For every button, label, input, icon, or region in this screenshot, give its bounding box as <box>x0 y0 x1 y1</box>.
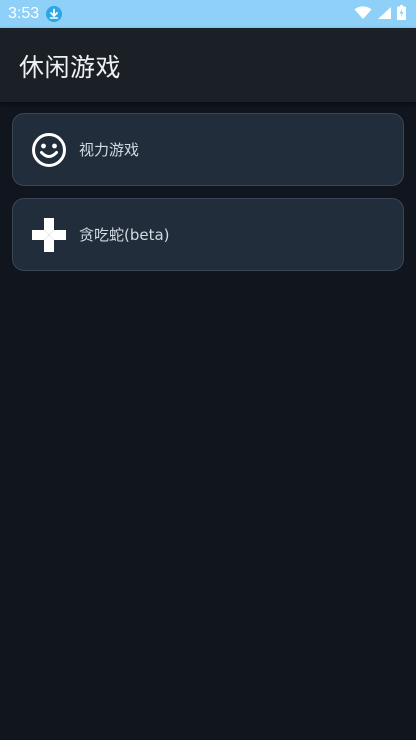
battery-icon <box>397 4 406 24</box>
status-right <box>354 4 406 24</box>
game-item-label: 贪吃蛇(beta) <box>79 226 170 244</box>
game-item-vision[interactable]: 视力游戏 <box>12 113 404 186</box>
status-left: 3:53 <box>8 5 63 23</box>
gamepad-dpad-icon <box>31 217 67 253</box>
status-bar: 3:53 <box>0 0 416 28</box>
app-bar: 休闲游戏 <box>0 28 416 102</box>
status-time: 3:53 <box>8 5 40 22</box>
smiley-face-icon <box>31 132 67 168</box>
game-item-label: 视力游戏 <box>79 141 140 159</box>
page-title: 休闲游戏 <box>19 53 122 82</box>
game-item-snake[interactable]: 贪吃蛇(beta) <box>12 198 404 271</box>
signal-icon <box>377 5 392 24</box>
game-list: 视力游戏 贪吃蛇(beta) <box>12 113 404 283</box>
wifi-icon <box>354 5 372 24</box>
download-icon <box>45 5 63 23</box>
